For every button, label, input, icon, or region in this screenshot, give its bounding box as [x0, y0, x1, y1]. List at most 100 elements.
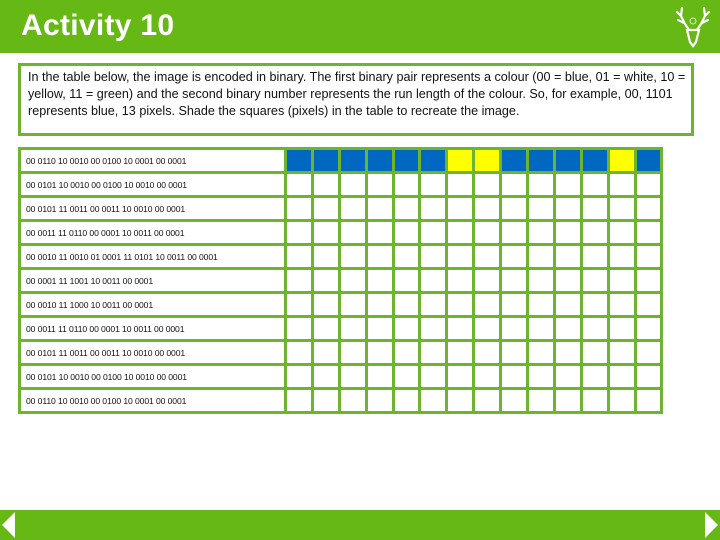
pixel-cell[interactable]: [499, 315, 530, 342]
pixel-cell[interactable]: [364, 171, 395, 198]
pixel-cell[interactable]: [284, 387, 314, 414]
pixel-cell[interactable]: [579, 171, 610, 198]
pixel-cell[interactable]: [337, 291, 368, 318]
pixel-cell[interactable]: [418, 171, 449, 198]
pixel-cell[interactable]: [499, 171, 530, 198]
previous-slide-icon[interactable]: [0, 510, 24, 540]
pixel-cell[interactable]: [606, 147, 637, 174]
pixel-cell[interactable]: [552, 219, 583, 246]
pixel-cell[interactable]: [472, 219, 503, 246]
pixel-cell[interactable]: [418, 219, 449, 246]
pixel-cell[interactable]: [391, 387, 422, 414]
pixel-cell[interactable]: [499, 291, 530, 318]
pixel-cell[interactable]: [337, 315, 368, 342]
pixel-cell[interactable]: [499, 195, 530, 222]
pixel-cell[interactable]: [526, 195, 556, 222]
pixel-cell[interactable]: [310, 243, 341, 270]
pixel-cell[interactable]: [526, 315, 556, 342]
pixel-cell[interactable]: [310, 267, 341, 294]
pixel-cell[interactable]: [310, 387, 341, 414]
pixel-cell[interactable]: [606, 387, 637, 414]
pixel-cell[interactable]: [418, 267, 449, 294]
pixel-cell[interactable]: [445, 315, 476, 342]
pixel-cell[interactable]: [418, 291, 449, 318]
pixel-cell[interactable]: [284, 291, 314, 318]
pixel-cell[interactable]: [633, 243, 664, 270]
pixel-cell[interactable]: [445, 195, 476, 222]
pixel-cell[interactable]: [552, 147, 583, 174]
pixel-cell[interactable]: [364, 363, 395, 390]
pixel-cell[interactable]: [633, 171, 664, 198]
pixel-cell[interactable]: [337, 387, 368, 414]
pixel-cell[interactable]: [606, 219, 637, 246]
pixel-cell[interactable]: [310, 171, 341, 198]
pixel-cell[interactable]: [472, 363, 503, 390]
pixel-cell[interactable]: [552, 171, 583, 198]
pixel-cell[interactable]: [391, 219, 422, 246]
pixel-cell[interactable]: [526, 267, 556, 294]
pixel-cell[interactable]: [499, 267, 530, 294]
pixel-cell[interactable]: [391, 363, 422, 390]
pixel-cell[interactable]: [364, 243, 395, 270]
pixel-cell[interactable]: [284, 243, 314, 270]
pixel-cell[interactable]: [552, 291, 583, 318]
pixel-cell[interactable]: [606, 243, 637, 270]
pixel-cell[interactable]: [391, 267, 422, 294]
pixel-cell[interactable]: [391, 243, 422, 270]
pixel-cell[interactable]: [310, 291, 341, 318]
pixel-cell[interactable]: [364, 291, 395, 318]
pixel-cell[interactable]: [445, 339, 476, 366]
pixel-cell[interactable]: [445, 387, 476, 414]
pixel-cell[interactable]: [579, 267, 610, 294]
pixel-cell[interactable]: [579, 219, 610, 246]
pixel-cell[interactable]: [284, 315, 314, 342]
pixel-cell[interactable]: [310, 195, 341, 222]
pixel-cell[interactable]: [633, 195, 664, 222]
pixel-cell[interactable]: [606, 291, 637, 318]
pixel-cell[interactable]: [552, 267, 583, 294]
pixel-cell[interactable]: [526, 339, 556, 366]
pixel-cell[interactable]: [418, 339, 449, 366]
pixel-cell[interactable]: [606, 363, 637, 390]
pixel-cell[interactable]: [579, 339, 610, 366]
pixel-cell[interactable]: [552, 339, 583, 366]
pixel-cell[interactable]: [391, 171, 422, 198]
pixel-cell[interactable]: [445, 147, 476, 174]
pixel-cell[interactable]: [445, 243, 476, 270]
pixel-cell[interactable]: [445, 291, 476, 318]
pixel-cell[interactable]: [633, 315, 664, 342]
pixel-cell[interactable]: [526, 387, 556, 414]
pixel-cell[interactable]: [337, 147, 368, 174]
pixel-cell[interactable]: [526, 243, 556, 270]
pixel-cell[interactable]: [364, 267, 395, 294]
pixel-cell[interactable]: [391, 339, 422, 366]
pixel-cell[interactable]: [606, 339, 637, 366]
pixel-cell[interactable]: [579, 243, 610, 270]
pixel-cell[interactable]: [364, 339, 395, 366]
pixel-cell[interactable]: [337, 339, 368, 366]
pixel-cell[interactable]: [552, 363, 583, 390]
pixel-cell[interactable]: [579, 195, 610, 222]
pixel-cell[interactable]: [364, 387, 395, 414]
pixel-cell[interactable]: [526, 147, 556, 174]
pixel-cell[interactable]: [472, 387, 503, 414]
pixel-cell[interactable]: [633, 147, 664, 174]
pixel-cell[interactable]: [364, 195, 395, 222]
pixel-cell[interactable]: [633, 219, 664, 246]
pixel-cell[interactable]: [472, 315, 503, 342]
pixel-cell[interactable]: [284, 195, 314, 222]
pixel-cell[interactable]: [391, 291, 422, 318]
pixel-cell[interactable]: [337, 267, 368, 294]
pixel-cell[interactable]: [552, 195, 583, 222]
pixel-cell[interactable]: [391, 147, 422, 174]
pixel-cell[interactable]: [526, 219, 556, 246]
pixel-cell[interactable]: [284, 171, 314, 198]
pixel-cell[interactable]: [633, 387, 664, 414]
pixel-cell[interactable]: [499, 219, 530, 246]
pixel-cell[interactable]: [499, 147, 530, 174]
pixel-cell[interactable]: [472, 147, 503, 174]
pixel-cell[interactable]: [391, 315, 422, 342]
pixel-cell[interactable]: [418, 195, 449, 222]
pixel-cell[interactable]: [337, 219, 368, 246]
pixel-cell[interactable]: [284, 219, 314, 246]
